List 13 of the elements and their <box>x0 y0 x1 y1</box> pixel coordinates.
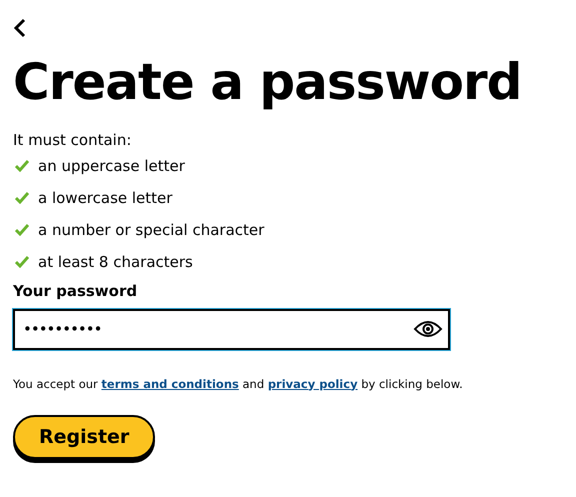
password-field[interactable]: •••••••••• <box>13 308 450 350</box>
eye-icon[interactable] <box>413 318 443 338</box>
field-label: Your password <box>13 281 138 302</box>
requirement-text: a number or special character <box>38 220 264 241</box>
requirement-text: at least 8 characters <box>38 252 193 273</box>
page-title: Create a password <box>13 57 522 107</box>
link[interactable]: privacy policy <box>268 376 358 390</box>
requirement-text: an uppercase letter <box>38 156 185 177</box>
requirement-text: a lowercase letter <box>38 188 172 209</box>
back-icon[interactable] <box>13 18 27 38</box>
requirements-intro: It must contain: <box>13 130 132 150</box>
consent-text: You accept our terms and conditions and privacy policy by clicking below. <box>13 376 464 392</box>
link[interactable]: terms and conditions <box>101 376 239 390</box>
